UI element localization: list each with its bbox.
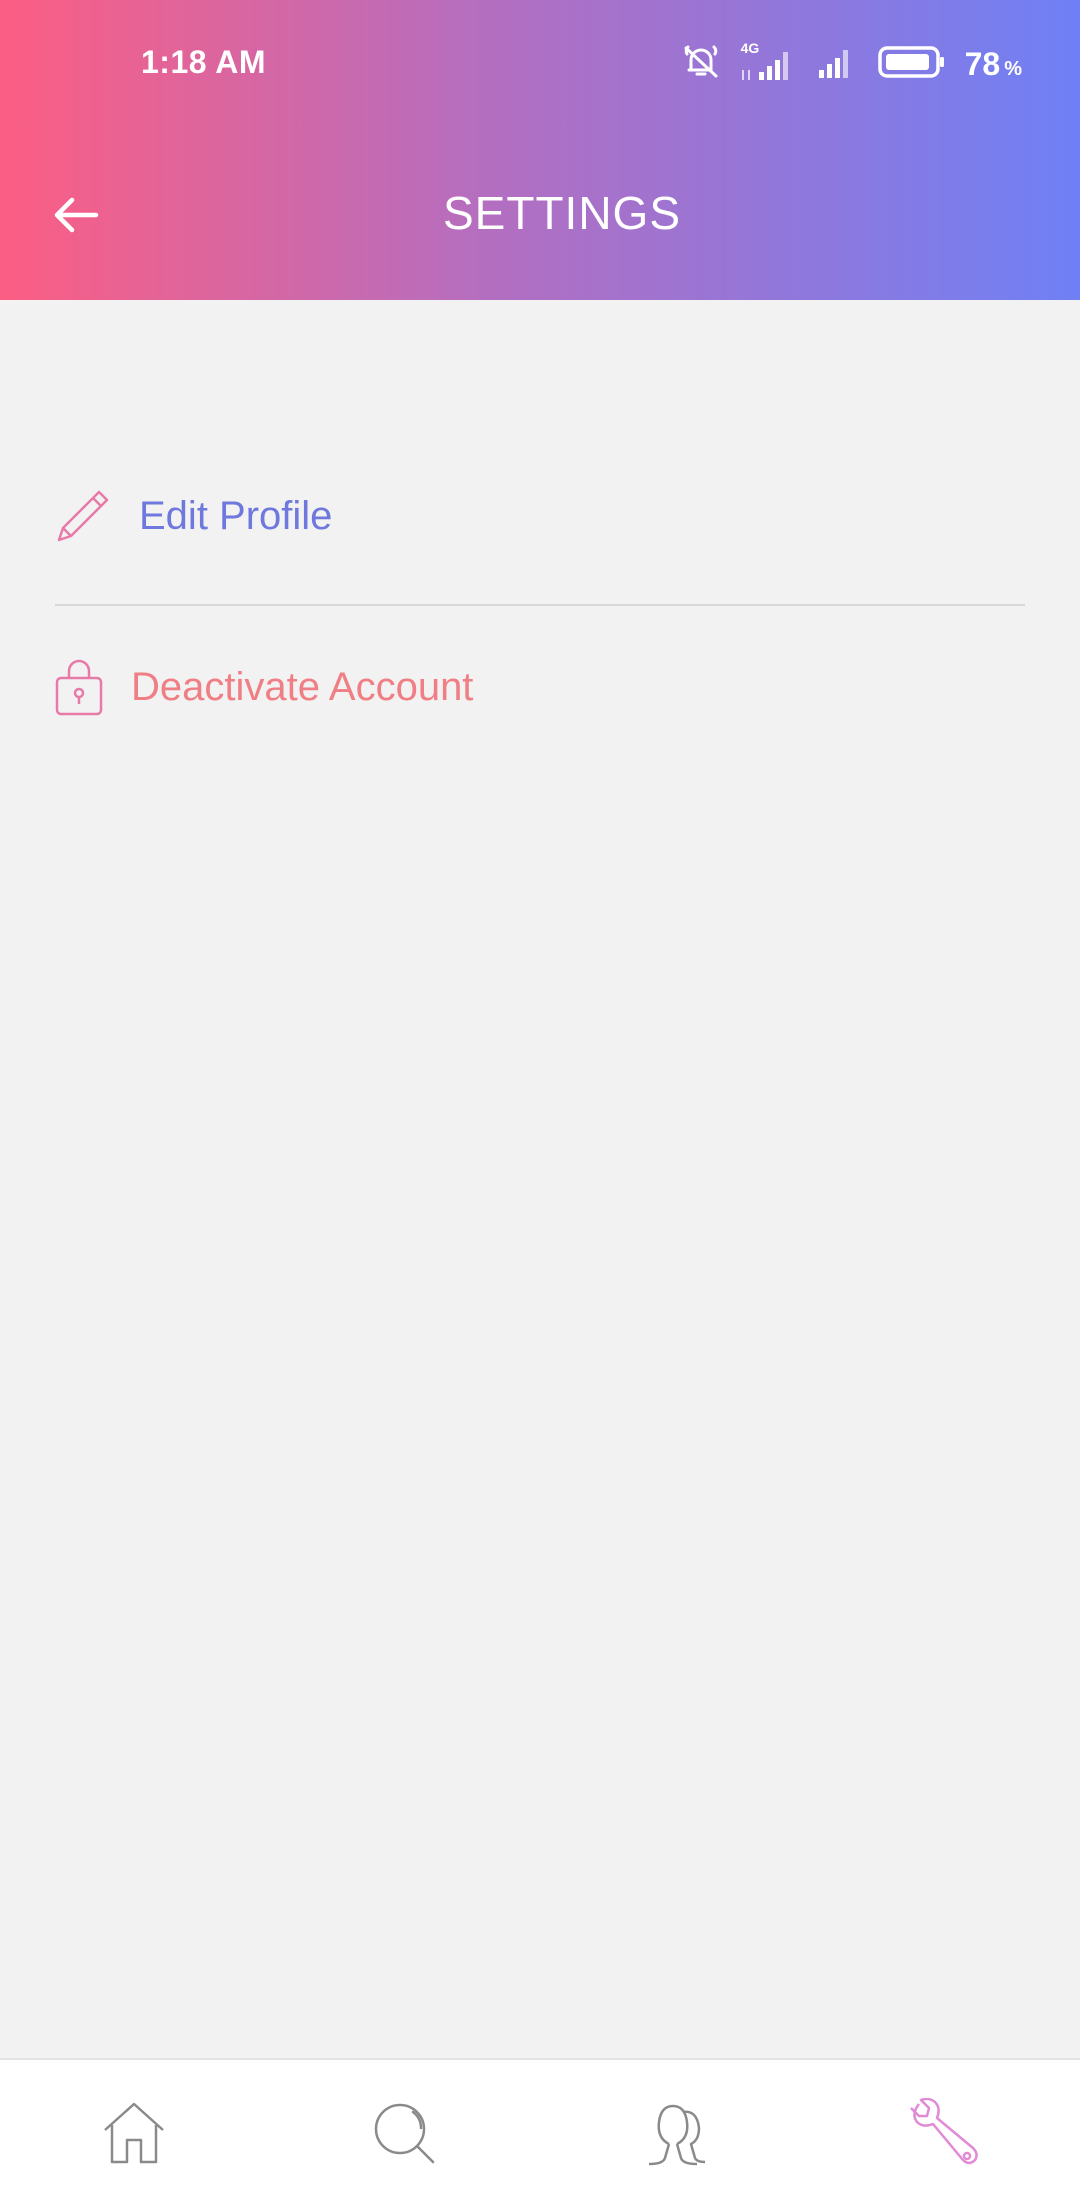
nav-settings[interactable] <box>904 2095 984 2175</box>
home-icon <box>99 2098 169 2173</box>
page-title: SETTINGS <box>442 187 682 239</box>
battery-unit: % <box>1004 57 1022 80</box>
menu-divider <box>55 604 1025 606</box>
edit-profile-label: Edit Profile <box>139 493 333 538</box>
nav-search[interactable] <box>364 2095 444 2175</box>
status-icons: 4G 78 % <box>681 40 1022 88</box>
alarm-off-icon <box>681 42 721 87</box>
battery-level-value: 78 <box>964 45 1001 82</box>
bottom-nav <box>0 2058 1080 2210</box>
app-bar: 1:18 AM 4G 78 % SETTINGS <box>0 0 1080 300</box>
title-row: SETTINGS <box>0 150 1080 280</box>
status-time: 1:18 AM <box>141 44 267 80</box>
signal-4g-icon: 4G <box>739 40 797 84</box>
wrench-icon <box>909 2097 979 2173</box>
deactivate-account-label: Deactivate Account <box>131 664 474 709</box>
nav-people[interactable] <box>634 2095 714 2175</box>
lock-icon <box>55 658 103 716</box>
signal-icon <box>815 42 859 87</box>
status-bar: 1:18 AM 4G 78 % <box>0 0 1080 125</box>
battery-icon <box>877 44 947 85</box>
battery-percent: 78% <box>965 46 1022 83</box>
edit-profile-item[interactable]: Edit Profile <box>55 488 332 544</box>
nav-home[interactable] <box>94 2095 174 2175</box>
people-icon <box>639 2098 709 2173</box>
deactivate-account-item[interactable]: Deactivate Account <box>55 658 473 716</box>
pencil-icon <box>55 488 111 544</box>
search-icon <box>369 2098 439 2173</box>
